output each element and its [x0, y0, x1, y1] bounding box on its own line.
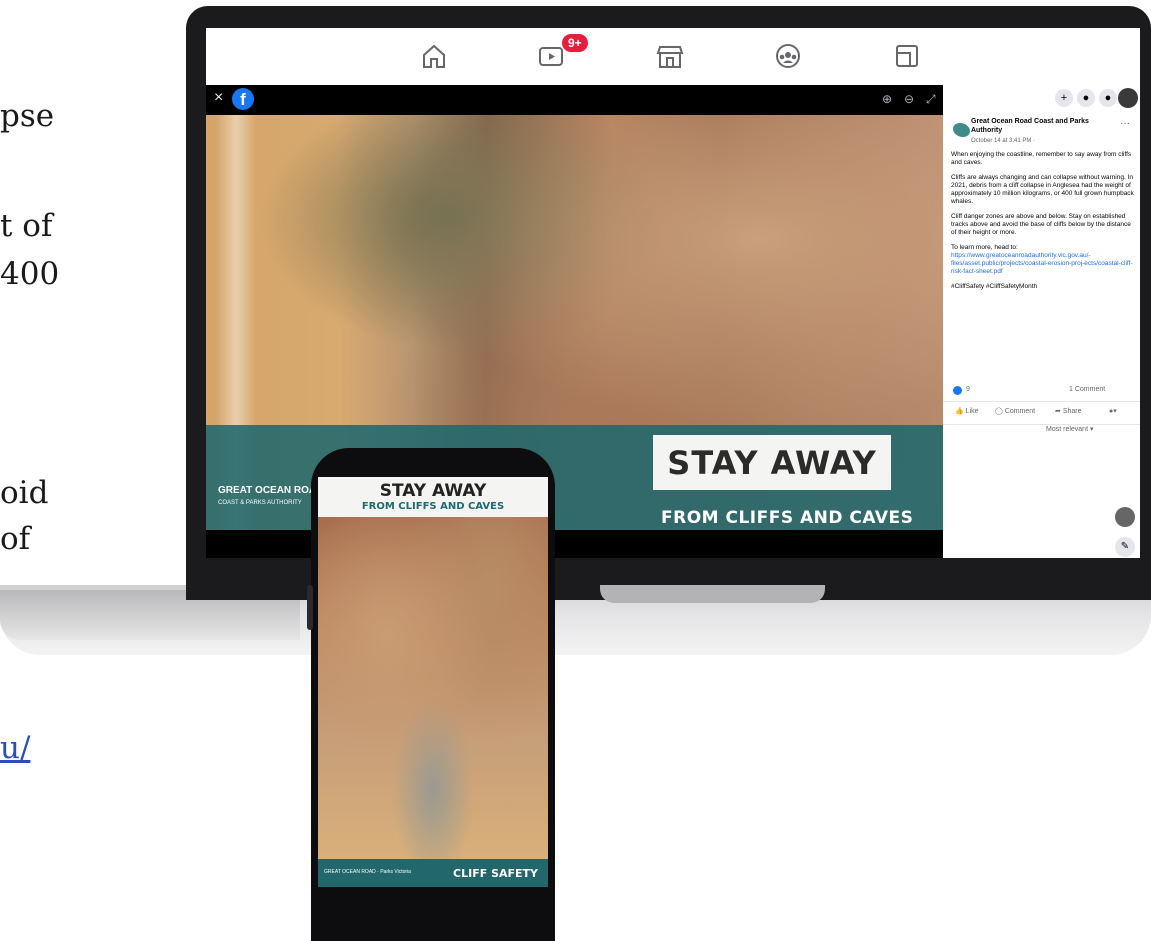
fullscreen-icon[interactable]: ⤢	[926, 92, 936, 107]
comment-label: Comment	[1004, 408, 1036, 415]
post-panel: + ● ● Great Ocean Road Coast and Parks A…	[943, 85, 1140, 558]
org-logo-line1: GREAT OCEAN ROAD	[218, 485, 324, 496]
bg-text-line3: 400	[0, 256, 60, 292]
post-hashtags[interactable]: #CliffSafety #CliffSafetyMonth	[951, 283, 1137, 291]
like-label: Like	[965, 408, 979, 415]
bg-text-line2: t of	[0, 208, 53, 244]
phone-subtitle: FROM CLIFFS AND CAVES	[361, 501, 505, 512]
new-message-icon[interactable]: ✎	[1115, 537, 1135, 557]
post-date[interactable]: October 14 at 3:41 PM ·	[971, 138, 1035, 144]
gaming-icon[interactable]	[892, 42, 922, 70]
phone-footer-text: CLIFF SAFETY	[453, 867, 538, 880]
messenger-icon[interactable]: ●	[1077, 89, 1095, 107]
comment-count[interactable]: 1 Comment	[1069, 386, 1105, 393]
banner-title: STAY AWAY	[653, 435, 891, 490]
facebook-top-nav: 9+	[206, 28, 1140, 86]
notifications-icon[interactable]: ●	[1099, 89, 1117, 107]
phone-side-button	[307, 585, 313, 630]
post-paragraph: To learn more, head to:	[951, 244, 1018, 251]
share-button[interactable]: ➦ Share	[1055, 407, 1082, 415]
zoom-out-icon[interactable]: ⊖	[904, 92, 914, 106]
comment-button[interactable]: ◯ Comment	[995, 407, 1035, 415]
create-icon[interactable]: +	[1055, 89, 1073, 107]
bg-text-line1: pse	[0, 98, 55, 134]
page-avatar[interactable]	[953, 123, 970, 137]
zoom-in-icon[interactable]: ⊕	[882, 92, 892, 106]
chat-avatar[interactable]	[1115, 507, 1135, 527]
close-icon[interactable]: ×	[214, 89, 223, 107]
banner-subtitle: FROM CLIFFS AND CAVES	[661, 508, 914, 528]
post-action-row: 👍 Like ◯ Comment ➦ Share ●▾	[943, 401, 1140, 425]
post-paragraph: When enjoying the coastline, remember to…	[951, 151, 1132, 166]
phone-title: STAY AWAY	[379, 481, 487, 501]
post-paragraph: Cliff danger zones are above and below. …	[951, 213, 1131, 236]
marketplace-icon[interactable]	[655, 42, 685, 70]
phone-logos: GREAT OCEAN ROAD · Parks Victoria	[324, 869, 411, 875]
phone-cliff-photo	[318, 517, 548, 859]
account-avatar[interactable]	[1118, 88, 1138, 108]
viewer-toolbar: × f ⊕ ⊖ ⤢	[206, 85, 943, 115]
home-icon[interactable]	[419, 42, 449, 70]
post-link[interactable]: https://www.greatoceanroadauthority.vic.…	[951, 252, 1133, 275]
like-reaction-icon	[953, 386, 962, 395]
org-logo-line2: COAST & PARKS AUTHORITY	[218, 500, 302, 506]
laptop-hinge	[600, 585, 825, 603]
groups-icon[interactable]	[773, 42, 803, 70]
sort-comments-dropdown[interactable]: Most relevant ▾	[1046, 425, 1093, 433]
like-button[interactable]: 👍 Like	[955, 407, 979, 415]
phone-footer: GREAT OCEAN ROAD · Parks Victoria CLIFF …	[318, 859, 548, 887]
bg-text-line4: oid	[0, 475, 49, 511]
phone-header: STAY AWAY FROM CLIFFS AND CAVES	[318, 477, 548, 517]
reaction-count[interactable]: 9	[966, 386, 970, 393]
post-body: When enjoying the coastline, remember to…	[951, 151, 1137, 298]
post-author[interactable]: Great Ocean Road Coast and Parks Authori…	[971, 117, 1091, 135]
bg-text-line5: of	[0, 521, 31, 557]
audience-icon[interactable]: ●▾	[1109, 407, 1117, 415]
post-paragraph: Cliffs are always changing and can colla…	[951, 174, 1134, 205]
facebook-logo-icon[interactable]: f	[232, 88, 254, 110]
post-more-icon[interactable]: ···	[1120, 118, 1130, 129]
watch-icon[interactable]	[536, 42, 566, 70]
watch-badge: 9+	[562, 34, 588, 52]
bg-link[interactable]: u/	[0, 730, 30, 766]
phone-screen: STAY AWAY FROM CLIFFS AND CAVES GREAT OC…	[318, 477, 548, 887]
share-label: Share	[1062, 408, 1082, 415]
org-logo: GREAT OCEAN ROAD COAST & PARKS AUTHORITY	[218, 485, 323, 509]
